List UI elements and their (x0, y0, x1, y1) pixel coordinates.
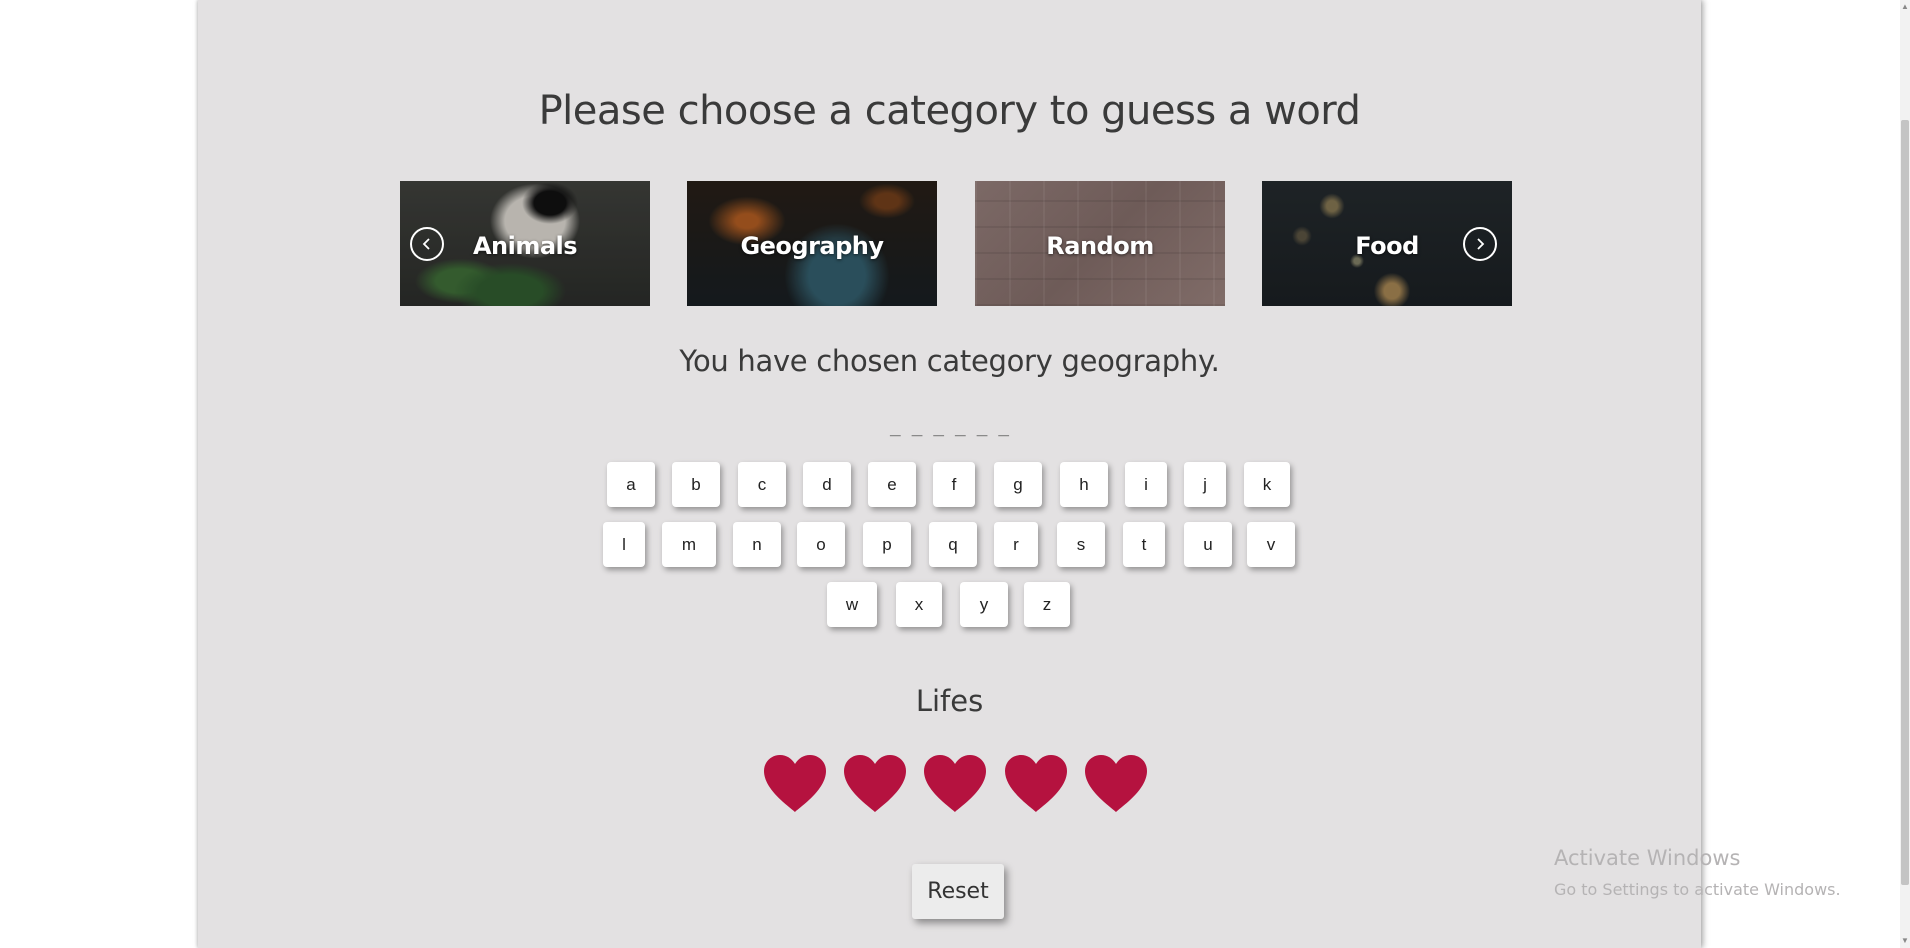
chosen-category-text: You have chosen category geography. (679, 344, 1220, 378)
letter-key-n[interactable]: n (733, 522, 781, 567)
heart-icon (764, 755, 826, 812)
heart-icon (1085, 755, 1147, 812)
category-label: Random (1046, 231, 1154, 260)
chevron-right-icon (1477, 238, 1485, 250)
activate-windows-subtitle: Go to Settings to activate Windows. (1554, 880, 1841, 899)
letter-key-q[interactable]: q (929, 522, 977, 567)
letter-key-l[interactable]: l (603, 522, 645, 567)
letter-key-o[interactable]: o (797, 522, 845, 567)
letter-key-c[interactable]: c (738, 462, 786, 507)
carousel-prev-button[interactable] (410, 227, 444, 261)
word-display: _ _ _ _ _ _ (889, 416, 1010, 437)
letter-key-x[interactable]: x (896, 582, 942, 627)
letter-key-f[interactable]: f (933, 462, 975, 507)
lifes-label: Lifes (915, 684, 984, 718)
letter-key-r[interactable]: r (994, 522, 1038, 567)
category-carousel: Animals Geography Random Food (400, 181, 1512, 306)
activate-windows-title: Activate Windows (1554, 846, 1741, 870)
letter-key-u[interactable]: u (1184, 522, 1232, 567)
chevron-left-icon (422, 238, 430, 250)
letter-key-t[interactable]: t (1123, 522, 1165, 567)
heart-icon (1005, 755, 1067, 812)
letter-key-y[interactable]: y (960, 582, 1008, 627)
letter-key-w[interactable]: w (827, 582, 877, 627)
category-card-random[interactable]: Random (975, 181, 1225, 306)
carousel-next-button[interactable] (1463, 227, 1497, 261)
page-title: Please choose a category to guess a word (538, 88, 1361, 134)
letter-key-b[interactable]: b (672, 462, 720, 507)
letter-key-p[interactable]: p (863, 522, 911, 567)
letter-key-g[interactable]: g (994, 462, 1042, 507)
reset-button[interactable]: Reset (912, 864, 1004, 919)
letter-key-d[interactable]: d (803, 462, 851, 507)
scrollbar-thumb[interactable] (1901, 120, 1909, 885)
letter-key-j[interactable]: j (1184, 462, 1226, 507)
scroll-down-icon[interactable]: ▼ (1901, 936, 1909, 946)
heart-icon (844, 755, 906, 812)
heart-icon (924, 755, 986, 812)
letter-key-z[interactable]: z (1024, 582, 1070, 627)
scroll-up-icon[interactable]: ▲ (1901, 2, 1909, 12)
letter-key-a[interactable]: a (607, 462, 655, 507)
game-panel: Please choose a category to guess a word… (198, 0, 1701, 948)
letter-key-m[interactable]: m (662, 522, 716, 567)
category-label: Geography (740, 231, 884, 260)
letter-key-h[interactable]: h (1060, 462, 1108, 507)
letter-key-e[interactable]: e (868, 462, 916, 507)
letter-key-s[interactable]: s (1057, 522, 1105, 567)
letter-key-k[interactable]: k (1244, 462, 1290, 507)
letter-key-i[interactable]: i (1125, 462, 1167, 507)
category-card-geography[interactable]: Geography (687, 181, 937, 306)
letter-key-v[interactable]: v (1247, 522, 1295, 567)
